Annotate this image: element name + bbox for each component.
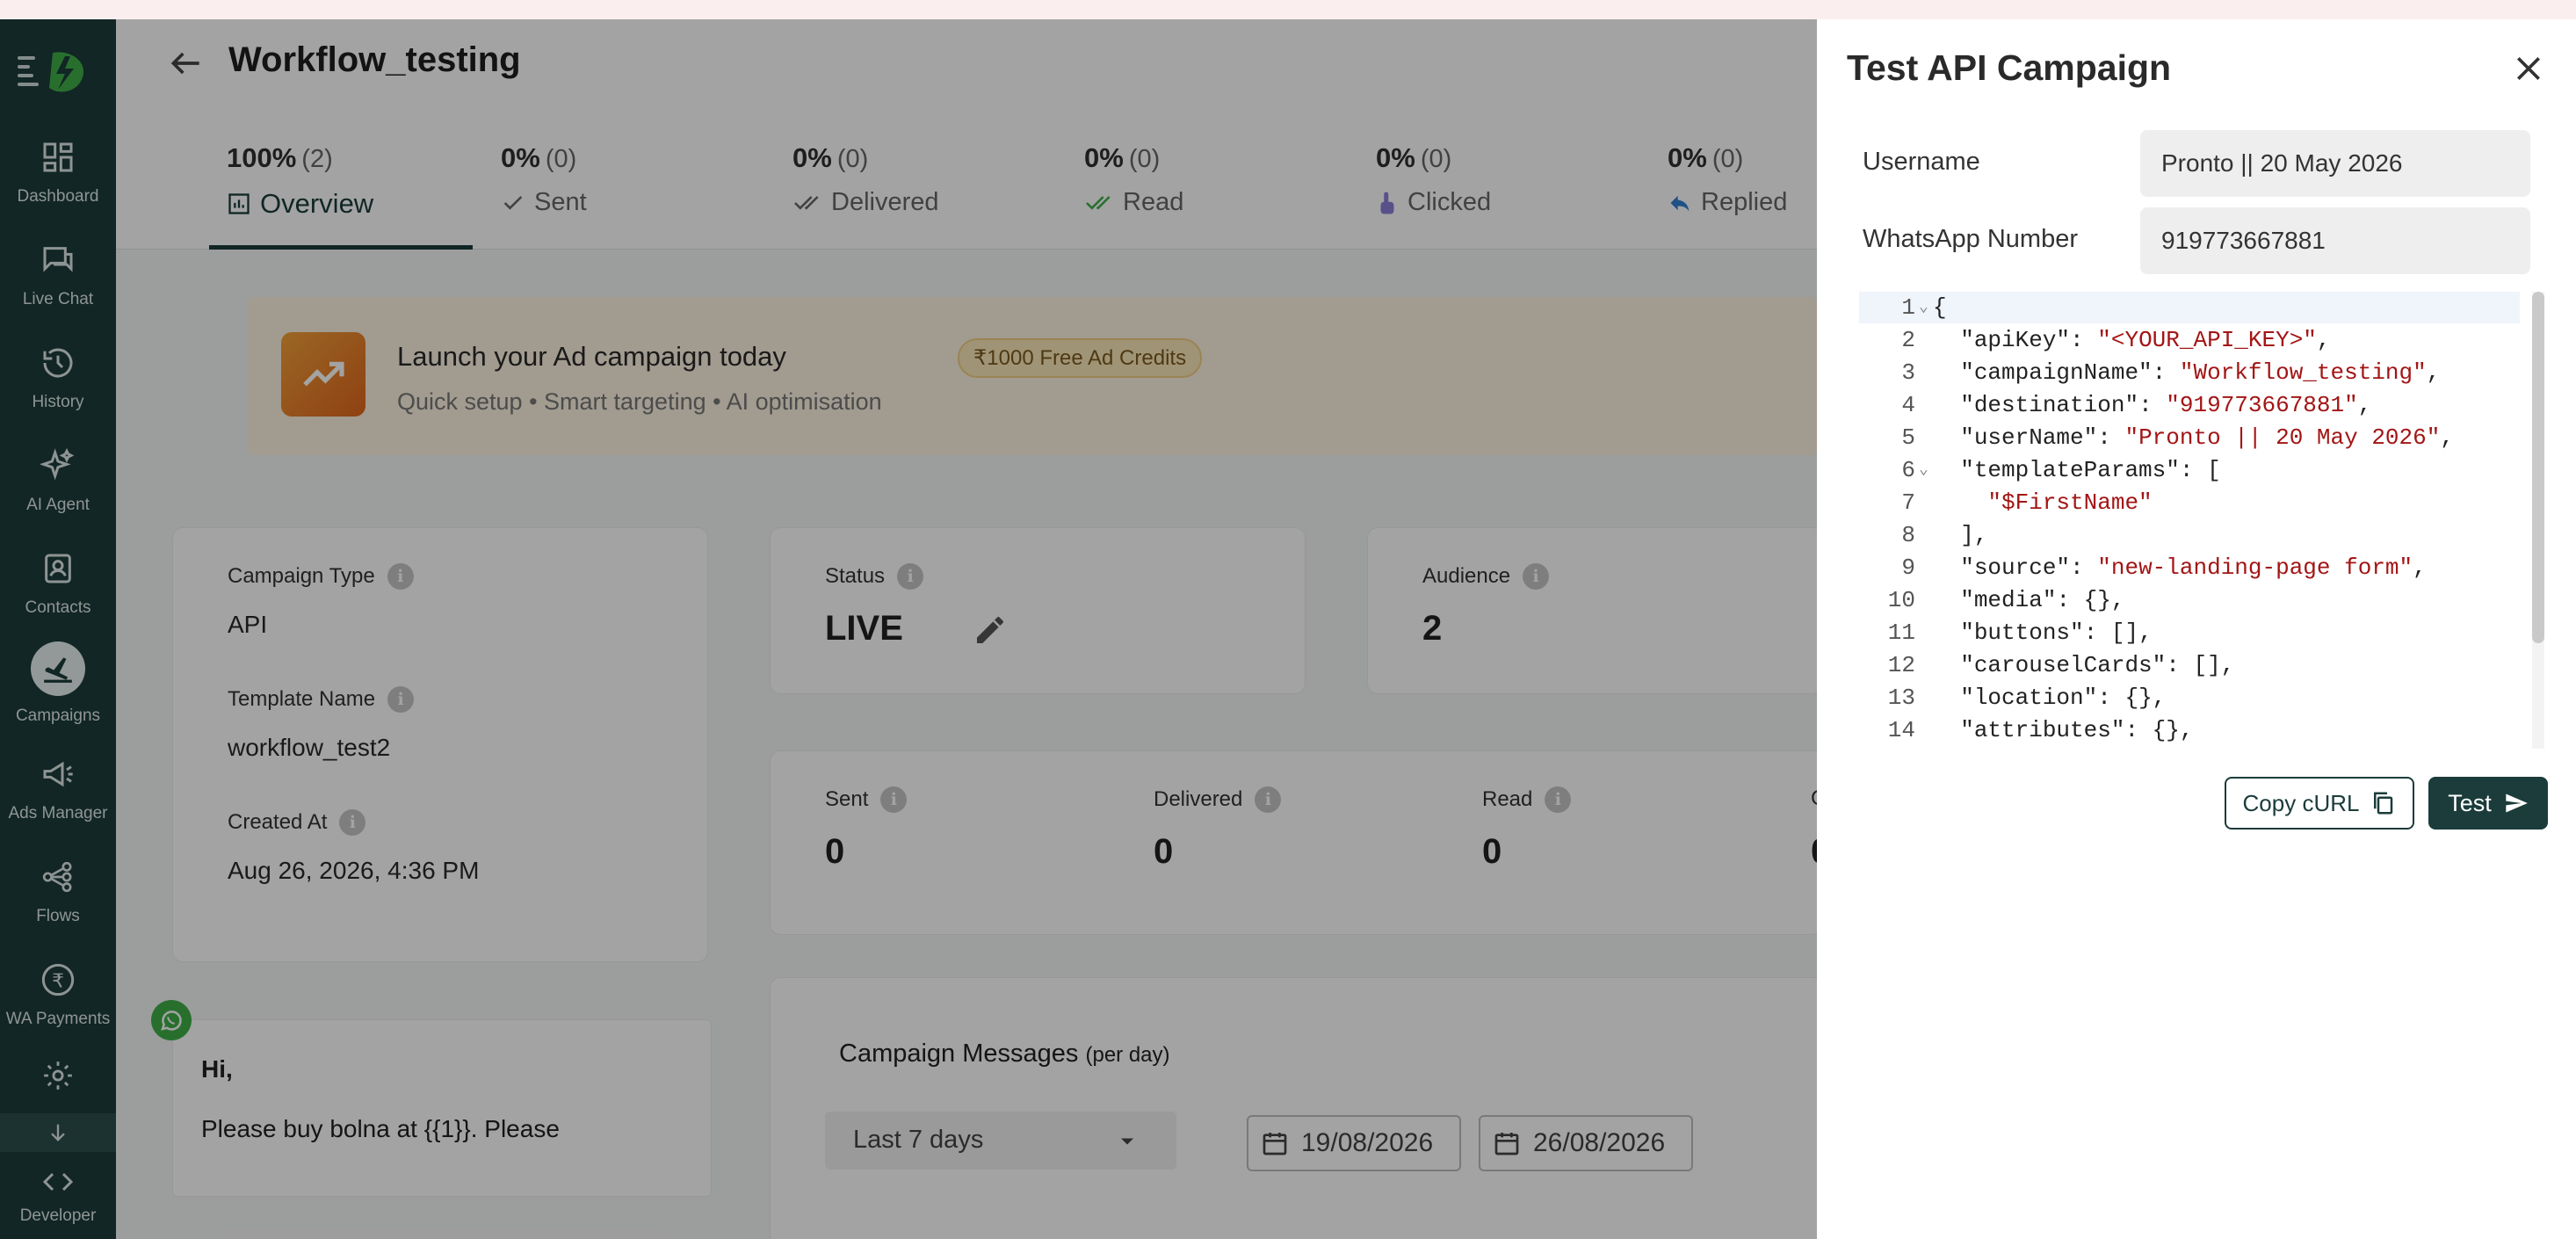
whatsapp-number-label: WhatsApp Number bbox=[1863, 225, 2078, 253]
test-api-drawer: Test API Campaign Username Pronto || 20 … bbox=[1817, 19, 2576, 1239]
send-icon bbox=[2506, 793, 2528, 813]
line-number: 2 bbox=[1901, 327, 1915, 353]
code-key: "location" bbox=[1960, 685, 2098, 711]
code-punct: { bbox=[1933, 294, 1947, 321]
line-number: 9 bbox=[1901, 554, 1915, 581]
code-key: "media" bbox=[1960, 587, 2057, 613]
copy-icon bbox=[2374, 792, 2393, 815]
code-string: "Pronto || 20 May 2026" bbox=[2124, 424, 2441, 451]
editor-scrollbar[interactable] bbox=[2532, 292, 2544, 749]
code-line: 13 "location": {}, bbox=[1859, 682, 2520, 714]
editor-scroll-thumb[interactable] bbox=[2532, 292, 2544, 643]
code-key: "source" bbox=[1960, 554, 2071, 581]
line-number: 10 bbox=[1887, 587, 1915, 613]
code-punct: {}, bbox=[2124, 685, 2167, 711]
line-number: 13 bbox=[1887, 685, 1915, 711]
whatsapp-number-field[interactable]: 919773667881 bbox=[2140, 207, 2530, 274]
code-punct: [], bbox=[2193, 652, 2235, 678]
code-punct: [ bbox=[2207, 457, 2221, 483]
code-text: { bbox=[1933, 292, 1947, 323]
code-punct: {}, bbox=[2083, 587, 2125, 613]
line-number: 3 bbox=[1901, 359, 1915, 386]
code-key: "userName" bbox=[1960, 424, 2098, 451]
code-line: 1 ⌄{ bbox=[1859, 292, 2520, 323]
code-text: "destination": "919773667881", bbox=[1960, 392, 2372, 418]
code-line: 11 "buttons": [], bbox=[1859, 617, 2520, 648]
line-number: 7 bbox=[1901, 489, 1915, 516]
line-number: 5 bbox=[1901, 424, 1915, 451]
line-number: 4 bbox=[1901, 392, 1915, 418]
code-text: "media": {}, bbox=[1960, 587, 2125, 613]
code-key: "campaignName" bbox=[1960, 359, 2153, 386]
code-text: ], bbox=[1933, 519, 1987, 551]
line-number: 1 bbox=[1901, 294, 1915, 321]
code-punct: , bbox=[2357, 392, 2372, 418]
request-body-editor[interactable]: 1 ⌄{2 "apiKey": "<YOUR_API_KEY>", 3 "campa… bbox=[1859, 292, 2537, 749]
code-punct: {}, bbox=[2152, 717, 2194, 743]
code-text: "campaignName": "Workflow_testing", bbox=[1960, 359, 2441, 386]
code-string: "$FirstName" bbox=[1987, 489, 2153, 516]
modal-backdrop[interactable] bbox=[0, 19, 1817, 1239]
code-key: "apiKey" bbox=[1960, 327, 2071, 353]
code-line: 5 "userName": "Pronto || 20 May 2026", bbox=[1859, 422, 2520, 453]
code-text: "buttons": [], bbox=[1960, 620, 2153, 646]
code-line: 8 ], bbox=[1859, 519, 2520, 551]
code-text: "$FirstName" bbox=[1933, 487, 2153, 518]
code-text: "location": {}, bbox=[1960, 685, 2167, 711]
code-string: "Workflow_testing" bbox=[2179, 359, 2427, 386]
code-line: 4 "destination": "919773667881", bbox=[1859, 389, 2520, 421]
username-label: Username bbox=[1863, 148, 1980, 176]
code-punct: , bbox=[2440, 424, 2454, 451]
code-line: 9 "source": "new-landing-page form", bbox=[1859, 552, 2520, 583]
line-number: 12 bbox=[1887, 652, 1915, 678]
line-number: 14 bbox=[1887, 717, 1915, 743]
code-text: "source": "new-landing-page form", bbox=[1960, 554, 2427, 581]
drawer-title: Test API Campaign bbox=[1847, 47, 2172, 88]
line-number: 11 bbox=[1887, 620, 1915, 646]
code-key: "attributes" bbox=[1960, 717, 2125, 743]
copy-curl-button[interactable]: Copy cURL bbox=[2225, 777, 2414, 830]
code-string: "919773667881" bbox=[2166, 392, 2358, 418]
copy-curl-label: Copy cURL bbox=[2242, 789, 2360, 816]
code-punct: [], bbox=[2110, 620, 2153, 646]
code-text: "templateParams": [ bbox=[1960, 457, 2221, 483]
test-button[interactable]: Test bbox=[2428, 777, 2548, 830]
username-field[interactable]: Pronto || 20 May 2026 bbox=[2140, 130, 2530, 197]
code-string: "new-landing-page form" bbox=[2097, 554, 2413, 581]
code-line: 6 ⌄ "templateParams": [ bbox=[1859, 454, 2520, 486]
code-line: 12 "carouselCards": [], bbox=[1859, 649, 2520, 681]
top-strip bbox=[0, 0, 2576, 19]
code-string: "<YOUR_API_KEY>" bbox=[2097, 327, 2317, 353]
code-line: 14 "attributes": {}, bbox=[1859, 714, 2520, 746]
code-line: 3 "campaignName": "Workflow_testing", bbox=[1859, 357, 2520, 388]
code-punct: , bbox=[2413, 554, 2427, 581]
code-key: "carouselCards" bbox=[1960, 652, 2167, 678]
fold-toggle-icon[interactable]: ⌄ bbox=[1919, 454, 1928, 486]
code-text: "userName": "Pronto || 20 May 2026", bbox=[1960, 424, 2454, 451]
fold-toggle-icon[interactable]: ⌄ bbox=[1919, 292, 1928, 323]
code-punct: , bbox=[2316, 327, 2331, 353]
code-punct: ], bbox=[1960, 522, 1988, 548]
code-key: "templateParams" bbox=[1960, 457, 2180, 483]
code-text: "carouselCards": [], bbox=[1960, 652, 2235, 678]
close-button[interactable] bbox=[2511, 51, 2546, 91]
code-text: "attributes": {}, bbox=[1960, 717, 2194, 743]
code-line: 2 "apiKey": "<YOUR_API_KEY>", bbox=[1859, 324, 2520, 356]
code-line: 7 "$FirstName" bbox=[1859, 487, 2520, 518]
code-line: 10 "media": {}, bbox=[1859, 584, 2520, 616]
code-key: "buttons" bbox=[1960, 620, 2084, 646]
line-number: 8 bbox=[1901, 522, 1915, 548]
code-text: "apiKey": "<YOUR_API_KEY>", bbox=[1960, 327, 2331, 353]
test-label: Test bbox=[2448, 789, 2492, 816]
line-number: 6 bbox=[1901, 457, 1915, 483]
code-punct: , bbox=[2426, 359, 2441, 386]
code-key: "destination" bbox=[1960, 392, 2139, 418]
close-icon bbox=[2517, 57, 2540, 80]
